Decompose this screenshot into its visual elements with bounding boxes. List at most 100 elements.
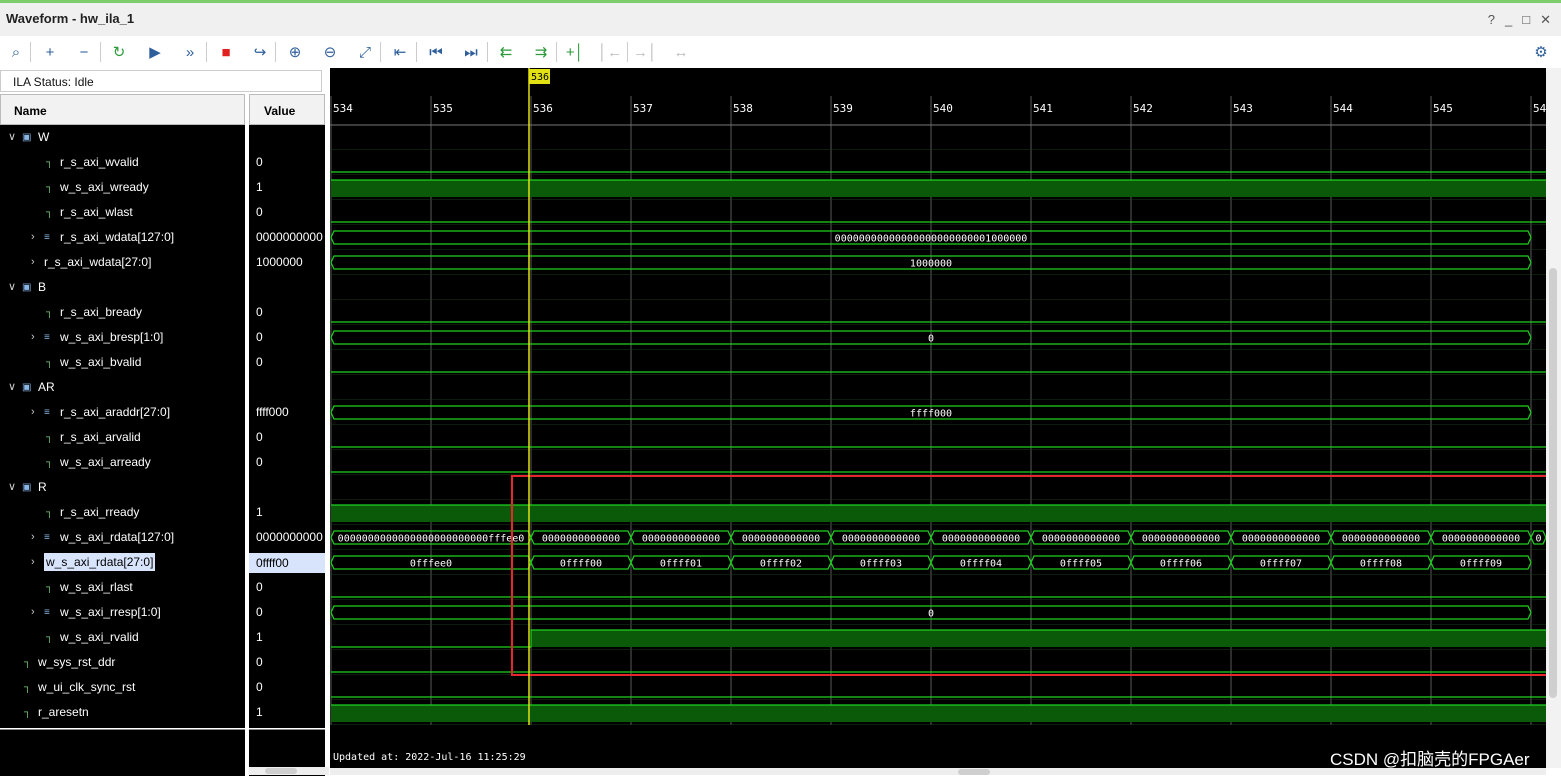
time-tick-label: 540: [933, 102, 953, 115]
go-to-start-icon[interactable]: ⏮: [424, 40, 448, 64]
toolbar-separator: [627, 42, 628, 62]
value-horizontal-scrollbar[interactable]: [249, 767, 329, 775]
signal-name: R: [38, 480, 47, 494]
minimize-button[interactable]: _: [1505, 12, 1512, 28]
previous-marker-icon[interactable]: │←: [598, 40, 622, 64]
signal-row[interactable]: › ≡ r_s_axi_wdata[127:0]: [0, 225, 245, 250]
run-trigger-immediate-icon[interactable]: ↻: [107, 40, 131, 64]
signal-value: 0: [256, 605, 263, 619]
signal-name: w_sys_rst_ddr: [38, 655, 116, 669]
settings-gear-icon[interactable]: ⚙: [1529, 40, 1553, 64]
bus-value-label: 0: [928, 334, 934, 345]
waveform-viewer[interactable]: 534 535 536 537 538 539 540 541 542 543 544 545 54 00…: [330, 68, 1546, 768]
collapse-chevron-icon[interactable]: ∨: [8, 125, 16, 150]
maximize-button[interactable]: □: [1522, 12, 1530, 28]
bus-value-label: 0ffff04: [960, 559, 1002, 570]
scrollbar-thumb[interactable]: [265, 768, 297, 774]
next-marker-icon[interactable]: →│: [633, 40, 657, 64]
signal-value: 0: [256, 355, 263, 369]
toolbar-separator: [100, 42, 101, 62]
bus-value-label: 0ffff02: [760, 559, 802, 570]
toolbar-separator: [487, 42, 488, 62]
bus-value-label: 0000000000000: [842, 534, 920, 545]
export-icon[interactable]: ↪: [248, 40, 272, 64]
signal-name: w_s_axi_bresp[1:0]: [60, 330, 164, 344]
signal-value: 1: [256, 505, 263, 519]
signal-row[interactable]: ┐ w_sys_rst_ddr: [0, 650, 245, 675]
column-header-value[interactable]: Value: [249, 94, 325, 125]
signal-row[interactable]: ┐ r_s_axi_rready: [0, 500, 245, 525]
signal-row[interactable]: ┐ w_s_axi_arready: [0, 450, 245, 475]
signal-name-list: ∨ ▣ W ┐ r_s_axi_wvalid ┐ w_s_axi_wready ┐ r_s_ax…: [0, 125, 245, 728]
signal-row[interactable]: ┐ w_ui_clk_sync_rst: [0, 675, 245, 700]
bit-signal-icon: ┐: [46, 357, 54, 368]
signal-name: r_s_axi_wdata[27:0]: [44, 255, 152, 269]
waveform-vertical-scrollbar[interactable]: [1546, 68, 1561, 768]
waveform-canvas[interactable]: 534 535 536 537 538 539 540 541 542 543 544 545 5400…: [330, 68, 1546, 768]
signal-group-ar[interactable]: ∨ ▣ AR: [0, 375, 245, 400]
signal-row[interactable]: ┐ r_aresetn: [0, 700, 245, 725]
signal-row[interactable]: › ≡ w_s_axi_rdata[127:0]: [0, 525, 245, 550]
add-marker-icon[interactable]: +│: [563, 40, 587, 64]
expand-chevron-icon[interactable]: ›: [31, 325, 35, 350]
signal-row[interactable]: › ≡ w_s_axi_rresp[1:0]: [0, 600, 245, 625]
signal-row[interactable]: ┐ r_s_axi_bready: [0, 300, 245, 325]
close-button[interactable]: ✕: [1540, 12, 1551, 28]
time-tick-label: 541: [1033, 102, 1053, 115]
previous-transition-icon[interactable]: ⇇: [494, 40, 518, 64]
signal-row[interactable]: ┐ r_s_axi_wlast: [0, 200, 245, 225]
expand-chevron-icon[interactable]: ›: [31, 250, 35, 275]
go-to-end-icon[interactable]: ⏭: [459, 40, 483, 64]
signal-name: w_s_axi_wready: [60, 180, 149, 194]
signal-group-b[interactable]: ∨ ▣ B: [0, 275, 245, 300]
signal-row[interactable]: › ≡ w_s_axi_bresp[1:0]: [0, 325, 245, 350]
signal-name: r_s_axi_wvalid: [60, 155, 139, 169]
zoom-in-icon[interactable]: ⊕: [283, 40, 307, 64]
signal-row[interactable]: › ≡ r_s_axi_araddr[27:0]: [0, 400, 245, 425]
signal-row[interactable]: ┐ w_s_axi_rvalid: [0, 625, 245, 650]
signal-row[interactable]: ┐ r_s_axi_wvalid: [0, 150, 245, 175]
signal-value: 0000000000: [256, 230, 323, 244]
cursor-to-icon[interactable]: ⇤: [388, 40, 412, 64]
bus-value-label: 00000000000000000000000001000000: [835, 234, 1028, 245]
bit-signal-icon: ┐: [46, 157, 54, 168]
collapse-chevron-icon[interactable]: ∨: [8, 375, 16, 400]
signal-group-w[interactable]: ∨ ▣ W: [0, 125, 245, 150]
toolbar-separator: [380, 42, 381, 62]
run-immediate-icon[interactable]: »: [178, 40, 202, 64]
zoom-fit-icon[interactable]: ⤢: [353, 40, 377, 64]
swap-markers-icon[interactable]: ↔: [669, 40, 693, 64]
search-icon[interactable]: ⌕: [4, 40, 28, 64]
collapse-chevron-icon[interactable]: ∨: [8, 475, 16, 500]
collapse-chevron-icon[interactable]: ∨: [8, 275, 16, 300]
add-icon[interactable]: +: [38, 40, 62, 64]
bus-value-label: 0fffee0: [410, 559, 452, 570]
expand-chevron-icon[interactable]: ›: [31, 550, 35, 575]
expand-chevron-icon[interactable]: ›: [31, 525, 35, 550]
signal-row[interactable]: ┐ w_s_axi_bvalid: [0, 350, 245, 375]
bus-value-label: 0000000000000: [1142, 534, 1220, 545]
zoom-out-icon[interactable]: ⊖: [318, 40, 342, 64]
bit-signal-icon: ┐: [46, 457, 54, 468]
window-titlebar: Waveform - hw_ila_1 ? _ □ ✕: [0, 0, 1561, 36]
run-trigger-icon[interactable]: ▶: [143, 40, 167, 64]
signal-row[interactable]: ┐ w_s_axi_rlast: [0, 575, 245, 600]
expand-chevron-icon[interactable]: ›: [31, 225, 35, 250]
help-button[interactable]: ?: [1488, 12, 1495, 28]
signal-name: r_s_axi_araddr[27:0]: [60, 405, 171, 419]
expand-chevron-icon[interactable]: ›: [31, 400, 35, 425]
scrollbar-thumb[interactable]: [1549, 268, 1557, 698]
signal-group-r[interactable]: ∨ ▣ R: [0, 475, 245, 500]
scrollbar-thumb[interactable]: [958, 769, 990, 775]
next-transition-icon[interactable]: ⇉: [529, 40, 553, 64]
stop-icon[interactable]: ■: [214, 40, 238, 64]
column-header-name[interactable]: Name: [0, 94, 245, 125]
signal-row[interactable]: › w_s_axi_rdata[27:0]: [0, 550, 245, 575]
signal-row[interactable]: ┐ w_s_axi_wready: [0, 175, 245, 200]
time-tick-label: 535: [433, 102, 453, 115]
signal-row[interactable]: › r_s_axi_wdata[27:0]: [0, 250, 245, 275]
signal-row[interactable]: ┐ r_s_axi_arvalid: [0, 425, 245, 450]
remove-icon[interactable]: −: [72, 40, 96, 64]
expand-chevron-icon[interactable]: ›: [31, 600, 35, 625]
time-tick-label: 544: [1333, 102, 1353, 115]
